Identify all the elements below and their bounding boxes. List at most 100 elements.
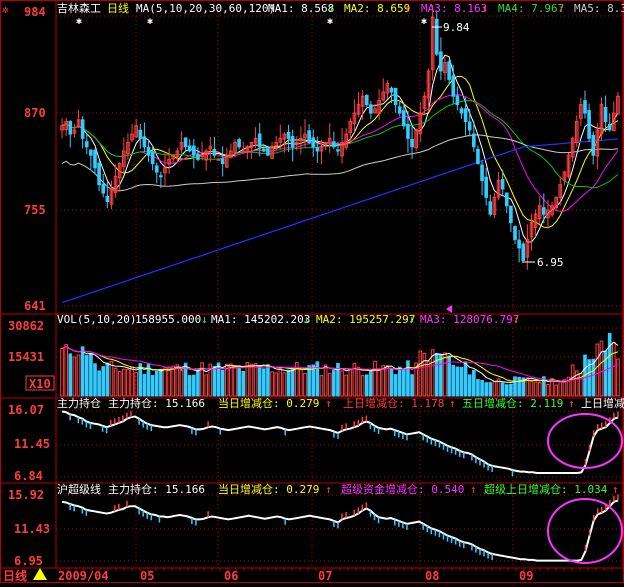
volume-bar (393, 374, 398, 397)
gear-icon[interactable]: ✲ (2, 3, 9, 16)
volume-bar (467, 374, 472, 397)
volume-bar (262, 368, 266, 397)
ind1-tick-top: 16.07 (8, 403, 44, 417)
candle-body (220, 158, 225, 165)
volume-bar (282, 372, 287, 397)
volume-bar (204, 374, 208, 397)
footer-period-label[interactable]: 日线 (3, 568, 27, 583)
ma1-arrow-icon: ↓ (328, 2, 335, 15)
warning-icon[interactable] (33, 568, 47, 580)
volume-bar (397, 366, 402, 397)
ma4-value: MA4: 7.967 (498, 2, 564, 15)
price-tick-top: 984 (24, 5, 46, 19)
volume-bar (472, 370, 476, 397)
volume-bar (348, 368, 353, 397)
ind1-main: 主力持仓: 15.166 (108, 396, 205, 410)
candle-body (393, 87, 398, 106)
price-tick-4: 641 (24, 299, 46, 313)
candle-body (410, 139, 414, 148)
ind1-tick-bottom: 6.84 (14, 469, 43, 483)
ma20-line (61, 94, 619, 212)
volume-bar (500, 382, 505, 397)
volume-bar (533, 381, 538, 397)
volume-bar (546, 384, 550, 397)
ind2-tick-mid: 11.43 (14, 522, 50, 536)
volume-bar (476, 379, 480, 397)
candle-body (307, 130, 311, 144)
candle-body (216, 158, 221, 161)
month-05: 05 (140, 569, 154, 583)
volume-bar (603, 350, 608, 397)
ind2-super: 超级资金增减仓: 0.540 (341, 482, 464, 496)
volume-bar (187, 375, 192, 397)
volume-bar (369, 370, 373, 397)
candle-body (80, 119, 85, 139)
ma3-value: MA3: 8.163 (421, 2, 487, 15)
price-tick-2: 870 (24, 106, 46, 120)
candle-body (504, 192, 509, 207)
volume-bar (270, 371, 274, 397)
candle-body (336, 149, 340, 152)
volume-bar (422, 352, 427, 397)
candle-body (290, 136, 295, 148)
vol-ma1: MA1: 145202.203 (211, 313, 310, 326)
volume-bar (319, 375, 324, 397)
volume-bar (616, 358, 620, 397)
star-icon: ✱ (76, 16, 82, 27)
volume-bar (76, 354, 81, 397)
star-icon: ✱ (421, 16, 427, 27)
volume-bar (150, 375, 155, 397)
ind2-super-up: 超级上日增减仓: 1.034 (484, 482, 608, 496)
stock-chart-window: ✲ 984 吉林森工 日线 MA(5,10,20,30,60,120) MA1:… (0, 0, 624, 583)
ind1-up-day-arrow-icon: ↑ (449, 397, 456, 410)
vol-tick-mid: 15431 (8, 350, 44, 364)
month-08: 08 (425, 569, 439, 583)
candle-body (138, 129, 143, 139)
volume-bar (381, 365, 386, 397)
volume-bar (212, 365, 217, 397)
candle-body (583, 100, 587, 114)
volume-bar (286, 369, 291, 397)
candle-body (187, 145, 192, 152)
volume-bar (154, 370, 159, 397)
star-icon: ✱ (327, 16, 333, 27)
volume-bar (599, 340, 604, 397)
volume-bar (439, 353, 443, 397)
main-force-holding-line[interactable] (61, 410, 619, 477)
volume-bar (241, 370, 246, 397)
volume-bar (274, 372, 278, 397)
ind2-name: 沪超级线 (57, 482, 101, 496)
volume-bar (418, 350, 423, 397)
volume-bar (340, 370, 344, 397)
volume-bar (484, 382, 488, 397)
ma2-value: MA2: 8.659 (344, 2, 410, 15)
candle-body (286, 131, 291, 139)
ind2-super-up-arrow-icon: ↑ (612, 483, 619, 496)
ma-params: MA(5,10,20,30,60,120) (136, 2, 275, 15)
candle-body (513, 226, 517, 240)
volume-bar (344, 374, 348, 397)
candle-body (146, 146, 151, 156)
vol-value: 158955.000 (135, 313, 201, 326)
stock-name: 吉林森工 (57, 1, 101, 15)
period-switch[interactable]: 日线 (3, 568, 47, 583)
candle-body (402, 110, 406, 127)
volume-bar (537, 382, 542, 397)
candle-body (369, 104, 373, 114)
volume-bar (373, 360, 377, 397)
volume-bars[interactable] (60, 332, 620, 397)
volume-bar (89, 352, 93, 397)
ind1-last-day: 上日增减 (581, 396, 624, 410)
super-line[interactable] (61, 494, 619, 562)
volume-bar (216, 362, 221, 397)
candlestick-series[interactable] (60, 5, 620, 270)
candle-body (434, 18, 439, 55)
volume-bar (130, 366, 134, 397)
volume-bar (101, 366, 106, 397)
volume-bar (64, 344, 68, 397)
volume-bar (323, 364, 328, 397)
candle-body (311, 137, 316, 148)
candle-body (241, 150, 246, 153)
volume-bar (402, 368, 406, 397)
candle-body (142, 136, 147, 148)
